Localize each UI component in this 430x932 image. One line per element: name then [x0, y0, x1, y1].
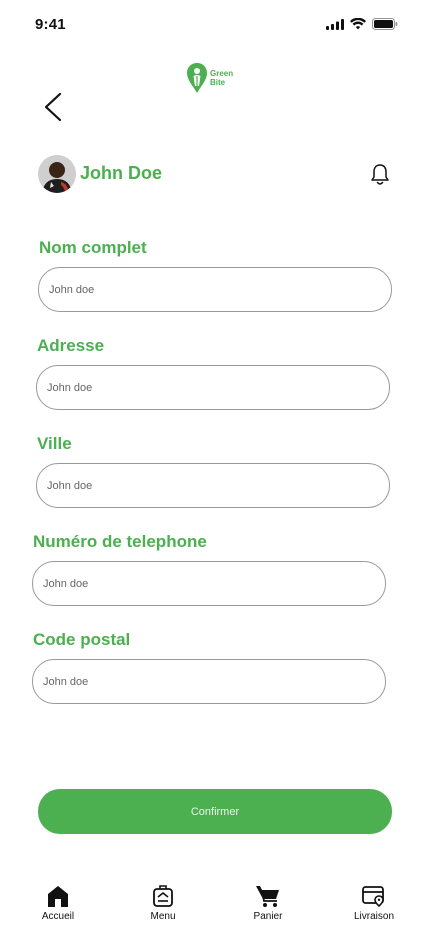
- home-icon: [48, 886, 68, 907]
- logo-text-line1: Green: [210, 69, 234, 78]
- leaf-pin-icon: [187, 63, 207, 93]
- nav-label-accueil: Accueil: [41, 911, 75, 922]
- avatar[interactable]: [38, 155, 76, 193]
- green-bite-logo: Green Bite: [186, 62, 233, 94]
- field-label-city: Ville: [37, 434, 72, 453]
- delivery-icon: [362, 886, 384, 908]
- postal-code-input[interactable]: [32, 659, 386, 704]
- phone-input[interactable]: [32, 561, 386, 606]
- logo-text: Green Bite: [210, 69, 233, 87]
- nav-item-accueil[interactable]: Accueil: [37, 884, 79, 922]
- field-label-phone: Numéro de telephone: [33, 532, 207, 551]
- nav-label-panier: Panier: [253, 911, 283, 922]
- nav-label-livraison: Livraison: [353, 911, 395, 922]
- field-label-address: Adresse: [37, 336, 105, 355]
- nav-item-panier[interactable]: Panier: [246, 884, 290, 922]
- address-input[interactable]: [36, 365, 390, 410]
- status-time: 9:41: [35, 16, 66, 33]
- nav-item-menu[interactable]: Menu: [142, 884, 184, 922]
- field-label-full-name: Nom complet: [39, 238, 147, 257]
- confirm-button[interactable]: Confirmer: [38, 789, 392, 834]
- city-input[interactable]: [36, 463, 390, 508]
- logo-text-line2: Bite: [210, 78, 226, 87]
- status-icons: [326, 18, 398, 30]
- battery-icon: [372, 18, 398, 30]
- notifications-button[interactable]: [369, 163, 391, 187]
- avatar-photo: [38, 155, 76, 193]
- bell-icon: [371, 164, 389, 185]
- full-name-input[interactable]: [38, 267, 392, 312]
- nav-label-menu: Menu: [150, 911, 176, 922]
- field-label-postal-code: Code postal: [33, 630, 131, 649]
- back-button[interactable]: [40, 92, 66, 122]
- cart-icon: [256, 886, 279, 907]
- wifi-icon: [350, 18, 366, 30]
- chevron-left-icon: [44, 92, 62, 122]
- menu-icon: [153, 885, 173, 907]
- cellular-signal-icon: [326, 18, 344, 30]
- nav-item-livraison[interactable]: Livraison: [350, 884, 398, 922]
- profile-name: John Doe: [80, 163, 163, 183]
